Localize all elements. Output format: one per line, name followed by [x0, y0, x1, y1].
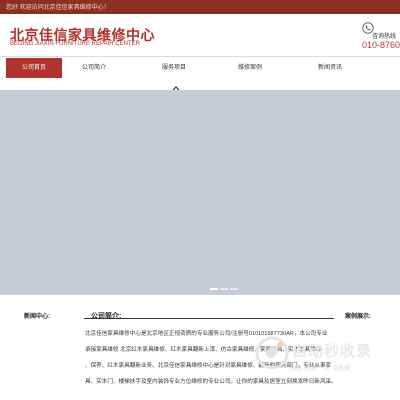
about-title-underline — [84, 318, 334, 319]
watermark-title: 自动秒收录 — [292, 343, 373, 360]
top-bar: 您好 欢迎访问北京佳信家具维修中心！ — [0, 0, 400, 14]
news-center-label[interactable]: 新闻中心: — [24, 311, 50, 320]
carousel-dot[interactable] — [220, 288, 228, 290]
about-text-line: 北京佳信家具维修中心是北京地区正规资质的专业服务公司/注册号0101015877… — [85, 331, 328, 337]
nav-item-news[interactable]: 新闻资讯 — [302, 58, 358, 78]
hotline-label: 咨询热线 — [372, 34, 397, 40]
nav-item-home[interactable]: 公司首页 — [6, 58, 62, 78]
watermark-logo-icon — [255, 336, 289, 370]
phone-number[interactable]: 010-876012 — [362, 40, 400, 50]
hero-banner — [0, 90, 400, 295]
nav-item-cases[interactable]: 维修案例 — [222, 58, 278, 78]
carousel-dot[interactable] — [230, 288, 238, 290]
watermark-subtitle: 网站·好站·一次·点收录 — [290, 366, 350, 372]
nav-item-services[interactable]: 服务项目 — [146, 58, 202, 78]
header-divider — [0, 56, 400, 57]
main-nav: 公司首页 公司简介 服务项目 维修案例 新闻资讯 — [0, 58, 400, 78]
nav-item-about[interactable]: 公司简介 — [66, 58, 122, 78]
welcome-text: 您好 欢迎访问北京佳信家具维修中心！ — [6, 5, 110, 11]
site-logo-subtitle: BEIJING JIAXIN FURNITURE REPAIR CENTER — [10, 41, 140, 47]
case-showcase-label[interactable]: 案例展示: — [345, 311, 371, 320]
carousel-dot[interactable] — [210, 288, 218, 290]
carousel-dots — [210, 288, 238, 291]
about-text-line: 具、实木门、楼梯扶手及室内装饰专业方位维修的专业公司。让你的家具及居室立刻焕发昨… — [85, 379, 337, 385]
about-title[interactable]: 公司简介: — [91, 311, 121, 321]
